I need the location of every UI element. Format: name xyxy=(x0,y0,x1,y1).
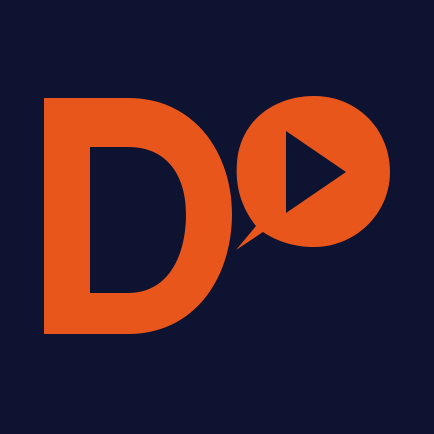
app-icon xyxy=(0,0,434,434)
logo xyxy=(0,0,434,434)
